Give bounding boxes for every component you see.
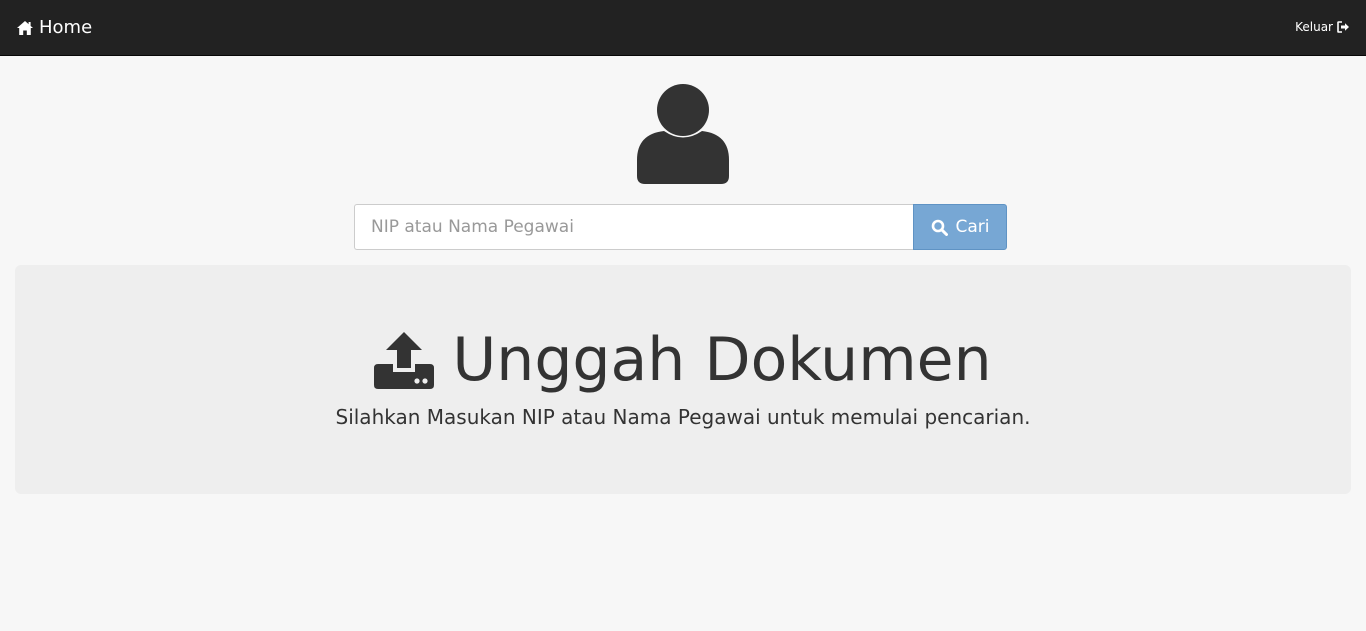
logout-link[interactable]: Keluar [1295, 20, 1350, 34]
home-label: Home [39, 17, 93, 38]
page-title-text: Unggah Dokumen [452, 325, 992, 395]
top-navbar: Home Keluar [0, 0, 1366, 56]
search-button-label: Cari [955, 217, 990, 237]
search-input[interactable] [354, 204, 913, 250]
logout-label: Keluar [1295, 20, 1333, 34]
upload-icon [374, 331, 435, 389]
jumbotron: Unggah Dokumen Silahkan Masukan NIP atau… [15, 265, 1351, 494]
search-icon [931, 219, 948, 236]
page-title: Unggah Dokumen [15, 325, 1351, 395]
page-subtitle: Silahkan Masukan NIP atau Nama Pegawai u… [335, 405, 1031, 429]
sign-out-icon [1337, 21, 1350, 33]
home-icon [16, 20, 34, 36]
user-avatar-icon [636, 84, 730, 185]
home-link[interactable]: Home [16, 17, 92, 38]
search-button[interactable]: Cari [913, 204, 1007, 250]
search-form: Cari [354, 204, 1007, 250]
